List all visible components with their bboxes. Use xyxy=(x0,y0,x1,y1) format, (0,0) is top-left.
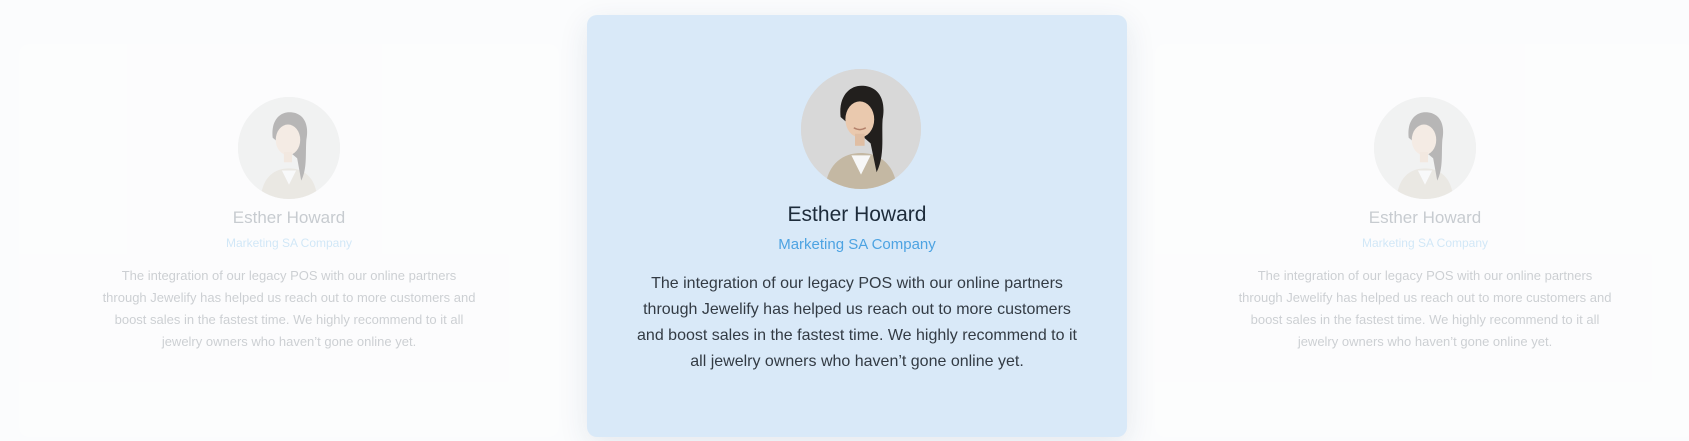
testimonial-card-previous[interactable]: Esther Howard Marketing SA Company The i… xyxy=(19,44,559,437)
testimonial-quote: The integration of our legacy POS with o… xyxy=(102,268,476,349)
person-portrait-icon xyxy=(801,69,921,189)
testimonial-card-active[interactable]: Esther Howard Marketing SA Company The i… xyxy=(587,15,1127,437)
testimonial-quote: The integration of our legacy POS with o… xyxy=(1238,268,1612,349)
testimonial-quote: The integration of our legacy POS with o… xyxy=(637,275,1077,370)
avatar xyxy=(1374,97,1476,199)
reviewer-company: Marketing SA Company xyxy=(1361,236,1489,250)
testimonial-carousel: Esther Howard Marketing SA Company The i… xyxy=(0,0,1689,441)
testimonial-card-next[interactable]: Esther Howard Marketing SA Company The i… xyxy=(1155,44,1689,437)
avatar xyxy=(238,97,340,199)
reviewer-name: Esther Howard xyxy=(787,203,927,226)
reviewer-name: Esther Howard xyxy=(232,208,346,227)
avatar xyxy=(801,69,921,189)
reviewer-company: Marketing SA Company xyxy=(778,236,936,253)
reviewer-name: Esther Howard xyxy=(1368,208,1482,227)
reviewer-company: Marketing SA Company xyxy=(225,236,353,250)
person-portrait-icon xyxy=(1374,97,1476,199)
person-portrait-icon xyxy=(238,97,340,199)
